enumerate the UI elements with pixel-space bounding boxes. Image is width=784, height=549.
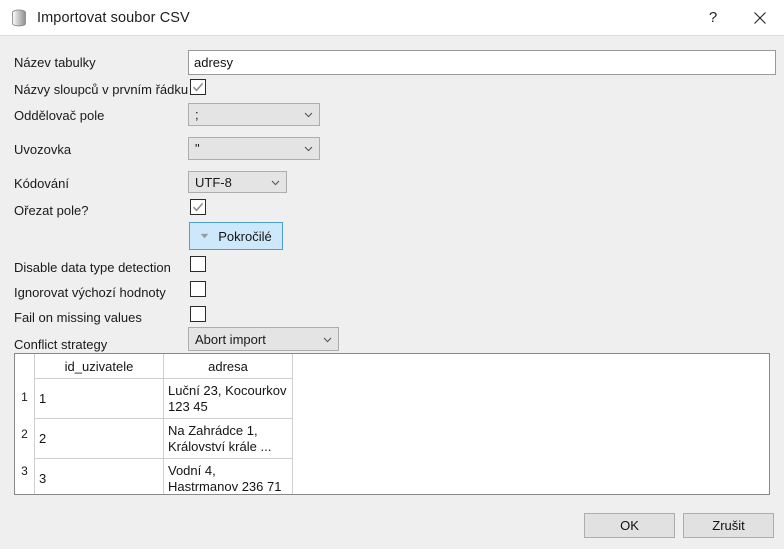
- help-button[interactable]: ?: [690, 0, 736, 35]
- advanced-toggle-label: Pokročilé: [218, 228, 272, 244]
- close-button[interactable]: [736, 0, 784, 35]
- disable-type-detection-checkbox[interactable]: [190, 256, 206, 272]
- label-quote: Uvozovka: [14, 142, 72, 157]
- cell-id-uzivatele[interactable]: 2: [35, 418, 164, 459]
- label-fail-missing: Fail on missing values: [14, 310, 142, 325]
- preview-inner: 1 2 3 id_uzivatele adresa 1 Luční 23, Ko…: [15, 354, 769, 494]
- label-disable-type-detection: Disable data type detection: [14, 260, 171, 275]
- gutter-header: [15, 354, 34, 378]
- dialog-footer: OK Zrušit: [0, 505, 784, 549]
- label-delimiter: Oddělovač pole: [14, 108, 105, 123]
- delimiter-select[interactable]: ;: [188, 103, 320, 126]
- label-encoding: Kódování: [14, 176, 69, 191]
- trim-fields-checkbox[interactable]: [190, 199, 206, 215]
- label-conflict-strategy: Conflict strategy: [14, 337, 108, 352]
- ok-button[interactable]: OK: [584, 513, 675, 538]
- cancel-button[interactable]: Zrušit: [683, 513, 774, 538]
- cell-adresa[interactable]: Na Zahrádce 1, Království krále ...: [163, 418, 293, 459]
- chevron-down-icon: [323, 337, 332, 342]
- encoding-value: UTF-8: [195, 174, 232, 190]
- conflict-strategy-value: Abort import: [195, 331, 266, 347]
- question-mark-icon: ?: [708, 9, 718, 26]
- cell-adresa[interactable]: Luční 23, Kocourkov 123 45: [163, 378, 293, 419]
- check-icon: [192, 202, 204, 212]
- row-number-gutter: 1 2 3: [15, 354, 35, 494]
- row-number: 1: [21, 389, 28, 404]
- table-row[interactable]: 3 Vodní 4, Hastrmanov 236 71: [35, 458, 293, 494]
- check-icon: [192, 82, 204, 92]
- quote-select[interactable]: ": [188, 137, 320, 160]
- chevron-down-icon: [200, 233, 209, 239]
- fail-missing-checkbox[interactable]: [190, 306, 206, 322]
- table-header-row: id_uzivatele adresa: [35, 354, 293, 379]
- title-bar: Importovat soubor CSV ?: [0, 0, 784, 36]
- cell-adresa[interactable]: Vodní 4, Hastrmanov 236 71: [163, 458, 293, 494]
- label-table-name: Název tabulky: [14, 55, 96, 70]
- cell-id-uzivatele[interactable]: 1: [35, 378, 164, 419]
- close-icon: [754, 11, 766, 24]
- table-name-input[interactable]: [188, 50, 776, 75]
- label-header-row: Názvy sloupců v prvním řádku: [14, 82, 189, 97]
- column-header-id-uzivatele[interactable]: id_uzivatele: [35, 354, 164, 379]
- database-icon: [12, 9, 26, 26]
- preview-table-body: 1 Luční 23, Kocourkov 123 45 2 Na Zahrád…: [35, 378, 293, 494]
- encoding-select[interactable]: UTF-8: [188, 171, 287, 193]
- preview-table-head: id_uzivatele adresa: [35, 354, 293, 379]
- cell-id-uzivatele[interactable]: 3: [35, 458, 164, 494]
- csv-preview-panel[interactable]: 1 2 3 id_uzivatele adresa 1 Luční 23, Ko…: [14, 353, 770, 495]
- preview-table: id_uzivatele adresa 1 Luční 23, Kocourko…: [35, 354, 293, 494]
- quote-value: ": [195, 141, 200, 156]
- conflict-strategy-select[interactable]: Abort import: [188, 327, 339, 351]
- label-trim-fields: Ořezat pole?: [14, 203, 89, 218]
- chevron-down-icon: [304, 146, 313, 152]
- chevron-down-icon: [271, 180, 280, 185]
- chevron-down-icon: [304, 112, 313, 118]
- row-number: 3: [21, 463, 28, 478]
- table-row[interactable]: 2 Na Zahrádce 1, Království krále ...: [35, 418, 293, 459]
- column-header-adresa[interactable]: adresa: [163, 354, 293, 379]
- advanced-toggle-button[interactable]: Pokročilé: [189, 222, 283, 250]
- header-row-checkbox[interactable]: [190, 79, 206, 95]
- ignore-defaults-checkbox[interactable]: [190, 281, 206, 297]
- row-number: 2: [21, 426, 28, 441]
- delimiter-value: ;: [195, 107, 199, 122]
- table-row[interactable]: 1 Luční 23, Kocourkov 123 45: [35, 378, 293, 419]
- window-title: Importovat soubor CSV: [37, 9, 190, 26]
- label-ignore-defaults: Ignorovat výchozí hodnoty: [14, 285, 166, 300]
